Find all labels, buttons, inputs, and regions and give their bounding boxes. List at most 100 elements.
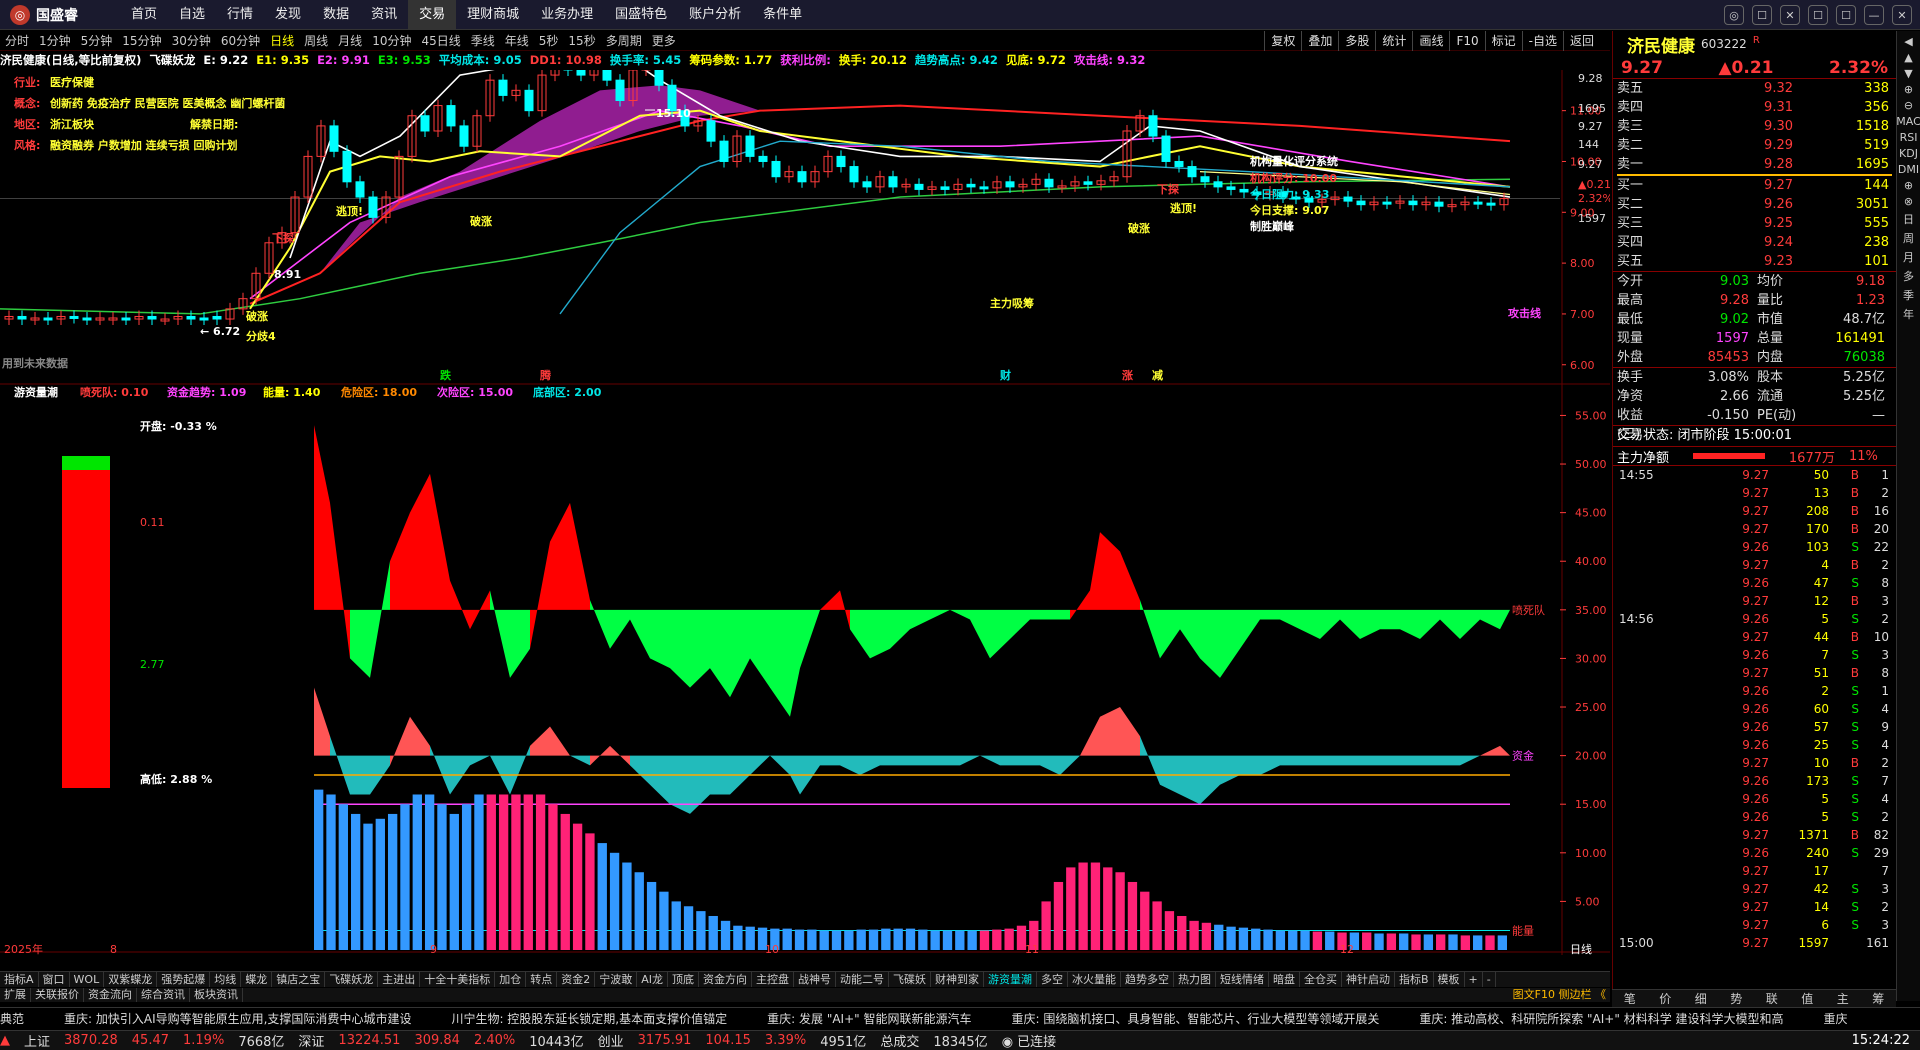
indicator-tab[interactable]: 飞碟妖 — [889, 972, 931, 987]
indicator-tab[interactable]: 全仓买 — [1300, 972, 1342, 987]
window-button-icon[interactable]: ✕ — [1892, 5, 1912, 25]
indicator-tab[interactable]: 十全十美指标 — [420, 972, 496, 987]
menu-item[interactable]: 发现 — [264, 0, 312, 30]
period-tab[interactable]: 周线 — [299, 31, 333, 51]
chart-tool-button[interactable]: 画线 — [1412, 31, 1449, 51]
side-tab[interactable]: 值 — [1790, 990, 1826, 1007]
indicator-tab[interactable]: 窗口 — [39, 972, 70, 987]
indicator-tab[interactable]: 热力图 — [1174, 972, 1216, 987]
menu-item[interactable]: 资讯 — [360, 0, 408, 30]
indicator-tab[interactable]: 短线情绪 — [1216, 972, 1269, 987]
tool-icon[interactable]: DMI — [1898, 163, 1919, 176]
period-tab[interactable]: 15秒 — [563, 31, 600, 51]
menu-item[interactable]: 自选 — [168, 0, 216, 30]
bid-row[interactable]: 买四 9.24 238 — [1613, 233, 1896, 252]
side-tab[interactable]: 笔 — [1612, 990, 1648, 1007]
window-button-icon[interactable]: ☐ — [1808, 5, 1828, 25]
menu-item[interactable]: 行情 — [216, 0, 264, 30]
indicator-tab[interactable]: 神针启动 — [1342, 972, 1395, 987]
menu-item[interactable]: 国盛特色 — [604, 0, 678, 30]
period-tab[interactable]: 月线 — [333, 31, 367, 51]
chart-tool-button[interactable]: 复权 — [1264, 31, 1301, 51]
menu-item[interactable]: 账户分析 — [678, 0, 752, 30]
indicator-tab[interactable]: 动能二号 — [836, 972, 889, 987]
indicator-tab[interactable]: 强势起爆 — [157, 972, 211, 987]
side-toggle[interactable]: 图文F10 侧边栏 《 — [1509, 988, 1610, 1002]
period-tab[interactable]: 年线 — [500, 31, 534, 51]
bid-row[interactable]: 买二 9.26 3051 — [1613, 195, 1896, 214]
ask-row[interactable]: 卖一 9.28 1695 — [1613, 155, 1896, 174]
period-tab[interactable]: 日线 — [265, 31, 299, 51]
bid-row[interactable]: 买三 9.25 555 — [1613, 214, 1896, 233]
period-tab[interactable]: 10分钟 — [367, 31, 416, 51]
tool-icon[interactable]: RSI — [1900, 131, 1918, 144]
tool-icon[interactable]: ◀ — [1904, 35, 1912, 48]
period-tab[interactable]: 5分钟 — [76, 31, 118, 51]
period-tab[interactable]: 5秒 — [534, 31, 564, 51]
tool-icon[interactable]: ⊕ — [1904, 83, 1913, 96]
info-tab[interactable]: 资金流向 — [84, 988, 137, 1002]
period-tab[interactable]: 季线 — [466, 31, 500, 51]
window-button-icon[interactable]: ✕ — [1780, 5, 1800, 25]
app-logo[interactable]: ◎ 国盛睿 — [0, 0, 120, 30]
indicator-tab[interactable]: 飞碟妖龙 — [325, 972, 379, 987]
indicator-tab[interactable]: 冰火量能 — [1068, 972, 1121, 987]
menu-item[interactable]: 业务办理 — [530, 0, 604, 30]
side-tab[interactable]: 联 — [1754, 990, 1790, 1007]
bid-row[interactable]: 买五 9.23 101 — [1613, 252, 1896, 271]
menu-item[interactable]: 首页 — [120, 0, 168, 30]
chart-tool-button[interactable]: 返回 — [1562, 31, 1600, 51]
ask-row[interactable]: 卖三 9.30 1518 — [1613, 117, 1896, 136]
indicator-tab[interactable]: 趋势多空 — [1121, 972, 1174, 987]
indicator-tab[interactable]: 顶底 — [668, 972, 699, 987]
tool-icon[interactable]: 周 — [1903, 230, 1914, 246]
side-tab[interactable]: 势 — [1719, 990, 1755, 1007]
tool-icon[interactable]: 多 — [1903, 268, 1914, 284]
tool-icon[interactable]: ▼ — [1904, 67, 1912, 80]
window-button-icon[interactable]: ☐ — [1836, 5, 1856, 25]
indicator-tab[interactable]: 主进出 — [378, 972, 421, 987]
indicator-tab[interactable]: WOL — [70, 972, 105, 987]
indicator-tab[interactable]: 指标B — [1395, 972, 1434, 987]
period-tab[interactable]: 45日线 — [416, 31, 465, 51]
news-item[interactable]: 川宁生物: 控股股东延长锁定期,基本面支撑价值锚定 — [451, 1012, 727, 1026]
tool-icon[interactable]: MAC — [1896, 115, 1920, 128]
news-ticker[interactable]: 典范 重庆: 加快引入AI导购等智能原生应用,支撑国际消费中心城市建设 川宁生物: … — [0, 1007, 1920, 1029]
tool-icon[interactable]: ▲ — [1904, 51, 1912, 64]
tool-icon[interactable]: KDJ — [1899, 147, 1918, 160]
period-tab[interactable]: 15分钟 — [117, 31, 166, 51]
tool-icon[interactable]: ⊕ — [1904, 179, 1913, 192]
tool-icon[interactable]: 月 — [1903, 249, 1914, 265]
indicator-tab[interactable]: 财神到家 — [931, 972, 984, 987]
chart-tool-button[interactable]: 统计 — [1375, 31, 1412, 51]
news-item[interactable]: 典范 — [0, 1012, 24, 1026]
ask-row[interactable]: 卖四 9.31 356 — [1613, 98, 1896, 117]
news-item[interactable]: 重庆: 推动高校、科研院所探索 "AI+" 材料科学 建设科学大模型和高 — [1419, 1012, 1783, 1026]
indicator-tab[interactable]: 资金方向 — [699, 972, 752, 987]
chart-area[interactable]: 11.00 10.00 9.00 8.00 7.00 6.00 9.28 1695 9.27 14… — [0, 38, 1613, 956]
news-item[interactable]: 重庆: 围绕脑机接口、具身智能、智能芯片、行业大模型等领域开展关 — [1011, 1012, 1379, 1026]
menu-item[interactable]: 交易 — [408, 0, 457, 30]
period-tab[interactable]: 更多 — [647, 31, 681, 51]
indicator-tab[interactable]: 多空 — [1037, 972, 1068, 987]
info-tab[interactable]: 综合资讯 — [137, 988, 190, 1002]
indicator-tab[interactable]: 游资量潮 — [984, 972, 1037, 987]
chart-tool-button[interactable]: 多股 — [1338, 31, 1375, 51]
chart-tool-button[interactable]: F10 — [1449, 31, 1484, 51]
side-tab[interactable]: 价 — [1648, 990, 1684, 1007]
kline-chart[interactable]: 11.0010.009.008.007.006.009.2816959.2714… — [0, 38, 1613, 956]
indicator-tab[interactable]: 资金2 — [557, 972, 596, 987]
indicator-tab[interactable]: 双紫蝶龙 — [104, 972, 158, 987]
indicator-tab[interactable]: 暗盘 — [1269, 972, 1300, 987]
indicator-tab[interactable]: 模板 — [1434, 972, 1465, 987]
bid-row[interactable]: 买一 9.27 144 — [1613, 176, 1896, 195]
period-tab[interactable]: 1分钟 — [34, 31, 76, 51]
info-tab[interactable]: 板块资讯 — [190, 988, 243, 1002]
indicator-tab[interactable]: 主控盘 — [752, 972, 794, 987]
menu-item[interactable]: 数据 — [312, 0, 360, 30]
menu-item[interactable]: 条件单 — [752, 0, 813, 30]
side-tab[interactable]: 筹 — [1861, 990, 1897, 1007]
indicator-tab[interactable]: - — [1483, 972, 1496, 987]
period-tab[interactable]: 分时 — [0, 31, 34, 51]
chart-tool-button[interactable]: -自选 — [1521, 31, 1563, 51]
